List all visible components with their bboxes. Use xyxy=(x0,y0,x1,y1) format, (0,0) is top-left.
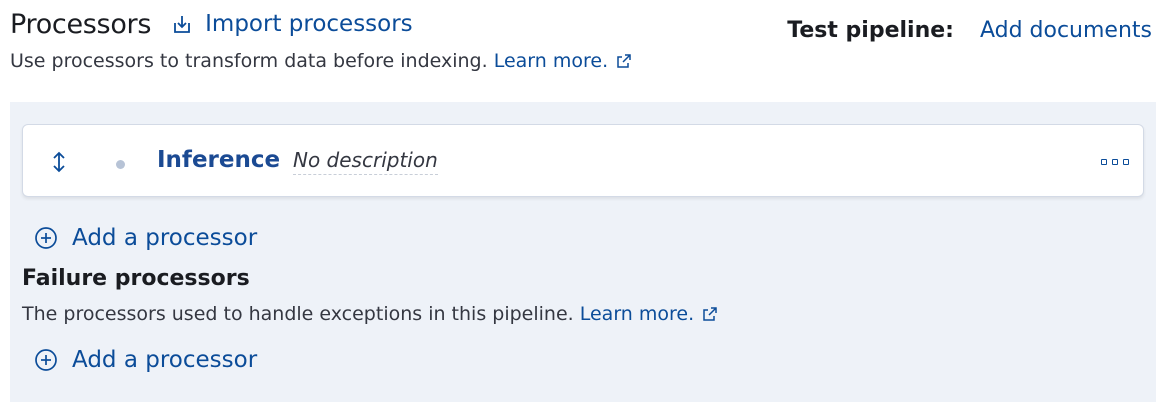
more-dot xyxy=(1123,159,1129,165)
test-pipeline: Test pipeline: Add documents xyxy=(787,18,1152,43)
external-link-icon xyxy=(703,307,717,321)
import-icon xyxy=(174,16,191,33)
add-processor-label: Add a processor xyxy=(72,225,258,251)
import-processors-label: Import processors xyxy=(205,11,413,37)
failure-learn-more-label: Learn more. xyxy=(579,303,695,325)
processors-panel: Inference No description Add a processor… xyxy=(10,102,1156,402)
add-failure-processor-label: Add a processor xyxy=(72,347,258,373)
drag-vertical-icon[interactable] xyxy=(51,151,67,177)
header-learn-more-link[interactable]: Learn more. xyxy=(494,50,632,72)
more-actions-icon[interactable] xyxy=(1101,152,1129,172)
header-description-text: Use processors to transform data before … xyxy=(10,50,488,72)
header-learn-more-label: Learn more. xyxy=(493,50,609,72)
plus-circle-icon xyxy=(35,349,57,371)
page-title: Processors xyxy=(10,8,152,40)
add-processor-button[interactable]: Add a processor xyxy=(34,225,257,251)
failure-processors-description: The processors used to handle exceptions… xyxy=(22,303,718,325)
processor-description[interactable]: No description xyxy=(293,148,438,175)
add-failure-processor-button[interactable]: Add a processor xyxy=(34,347,257,373)
header-description: Use processors to transform data before … xyxy=(10,50,1156,72)
failure-learn-more-link[interactable]: Learn more. xyxy=(580,303,718,325)
processor-card: Inference No description xyxy=(22,124,1144,197)
test-pipeline-label: Test pipeline: xyxy=(787,18,954,43)
plus-circle-icon xyxy=(35,227,57,249)
add-documents-button[interactable]: Add documents xyxy=(980,18,1152,43)
failure-processors-title: Failure processors xyxy=(22,266,250,291)
processor-name[interactable]: Inference xyxy=(157,147,280,173)
dot-icon xyxy=(116,160,125,169)
failure-description-text: The processors used to handle exceptions… xyxy=(22,303,574,325)
more-dot xyxy=(1101,159,1107,165)
import-processors-link[interactable]: Import processors xyxy=(171,11,413,37)
more-dot xyxy=(1112,159,1118,165)
external-link-icon xyxy=(617,54,631,68)
